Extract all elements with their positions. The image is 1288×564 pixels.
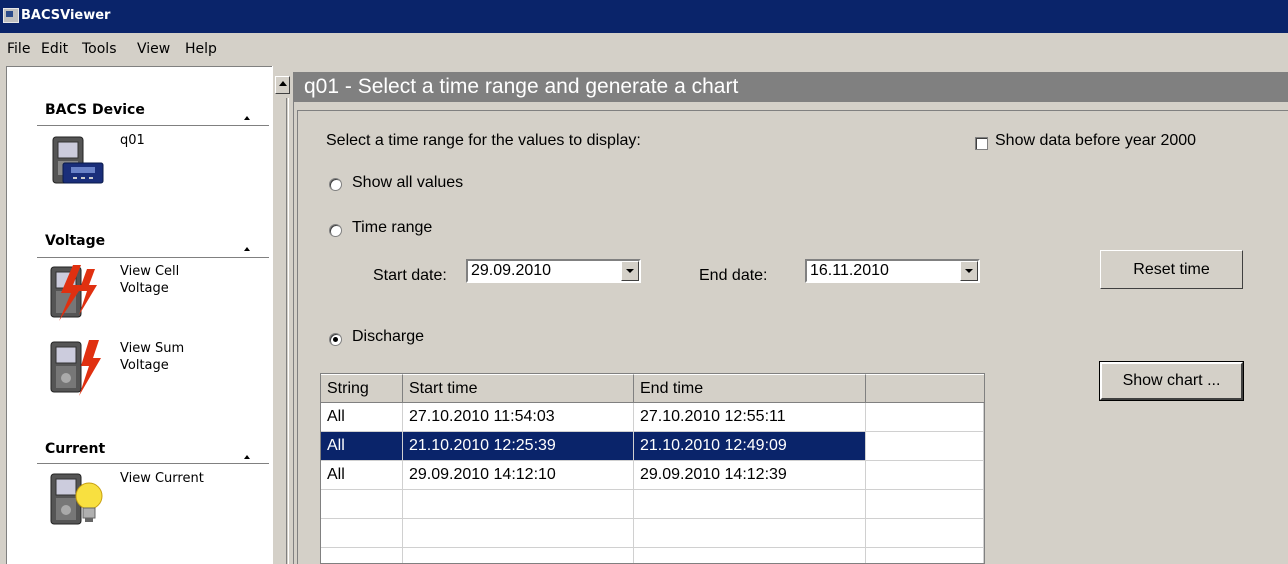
table-cell[interactable]: 29.09.2010 14:12:10 [403,461,634,490]
battery-monitor-icon[interactable] [45,133,109,193]
menu-help[interactable]: Help [185,41,217,57]
table-cell[interactable] [866,432,984,461]
page-title: q01 - Select a time range and generate a… [294,72,1288,102]
end-date-value[interactable]: 16.11.2010 [810,262,889,280]
sidebar-item-current[interactable]: View Current [120,470,204,487]
section-divider [37,257,269,258]
end-date-picker[interactable]: 16.11.2010 [805,259,980,283]
table-cell[interactable] [866,490,984,519]
table-cell[interactable]: 27.10.2010 11:54:03 [403,403,634,432]
time-range-prompt: Select a time range for the values to di… [326,132,641,149]
panel-splitter[interactable] [272,66,290,564]
sidebar-item-sum-voltage[interactable]: View Sum Voltage [120,340,184,374]
table-cell[interactable] [634,548,866,563]
collapse-sidebar-button[interactable] [275,76,290,94]
time-range-label[interactable]: Time range [352,219,432,237]
show-chart-button[interactable]: Show chart ... [1099,361,1244,401]
window-title: BACSViewer [21,8,111,23]
section-title-bacs-device[interactable]: BACS Device [45,102,145,118]
discharge-table[interactable]: String Start time End time All 27.10.2010… [320,373,985,564]
table-cell[interactable]: 29.09.2010 14:12:39 [634,461,866,490]
collapse-arrow-icon[interactable] [244,247,250,251]
sidebar-item-cell-voltage[interactable]: View Cell Voltage [120,263,179,297]
menu-bar: File Edit Tools View Help [0,33,1288,63]
show-before-2000-checkbox[interactable] [975,137,988,150]
sum-voltage-icon[interactable] [45,338,109,398]
table-row[interactable]: All 29.09.2010 14:12:10 29.09.2010 14:12:3… [321,461,984,490]
table-cell[interactable]: All [321,432,403,461]
discharge-radio[interactable] [329,333,342,346]
time-range-radio[interactable] [329,224,342,237]
chevron-down-icon[interactable] [960,261,978,281]
table-row[interactable]: All 21.10.2010 12:25:39 21.10.2010 12:49:0… [321,432,984,461]
table-cell[interactable] [634,519,866,548]
sidebar-item-q01[interactable]: q01 [120,132,145,149]
table-cell[interactable] [634,490,866,519]
start-date-picker[interactable]: 29.09.2010 [466,259,641,283]
table-cell[interactable] [321,548,403,563]
section-divider [37,463,269,464]
table-row[interactable] [321,490,984,519]
table-cell[interactable]: 21.10.2010 12:49:09 [634,432,866,461]
cell-voltage-icon[interactable] [45,263,109,323]
start-date-value[interactable]: 29.09.2010 [471,262,551,280]
column-header-empty [866,374,984,403]
table-cell[interactable] [403,490,634,519]
table-cell[interactable]: All [321,461,403,490]
column-header-start-time[interactable]: Start time [403,374,634,403]
show-before-2000-label[interactable]: Show data before year 2000 [995,132,1196,150]
table-cell[interactable] [403,548,634,563]
table-cell[interactable] [403,519,634,548]
table-cell[interactable] [866,461,984,490]
table-row[interactable] [321,519,984,548]
show-all-values-label[interactable]: Show all values [352,174,463,192]
discharge-label[interactable]: Discharge [352,328,424,346]
show-all-values-radio[interactable] [329,178,342,191]
column-header-end-time[interactable]: End time [634,374,866,403]
collapse-arrow-icon[interactable] [244,116,250,120]
current-bulb-icon[interactable] [45,470,109,530]
column-header-string[interactable]: String [321,374,403,403]
table-header: String Start time End time [321,374,984,403]
table-cell[interactable]: 21.10.2010 12:25:39 [403,432,634,461]
collapse-arrow-icon[interactable] [244,455,250,459]
section-divider [37,125,269,126]
menu-tools[interactable]: Tools [82,41,117,57]
chevron-down-icon[interactable] [621,261,639,281]
table-row[interactable]: All 27.10.2010 11:54:03 27.10.2010 12:55:1… [321,403,984,432]
table-cell[interactable] [866,519,984,548]
section-title-voltage[interactable]: Voltage [45,233,105,249]
table-cell[interactable] [866,403,984,432]
table-cell[interactable] [321,519,403,548]
table-cell[interactable]: All [321,403,403,432]
menu-file[interactable]: File [7,41,30,57]
sidebar: BACS Device q01 Voltage View Cell Voltag… [6,66,272,564]
app-icon [3,8,19,23]
table-cell[interactable] [866,548,984,563]
start-date-label: Start date: [373,267,447,284]
table-cell[interactable]: 27.10.2010 12:55:11 [634,403,866,432]
section-title-current[interactable]: Current [45,441,105,457]
table-cell[interactable] [321,490,403,519]
menu-view[interactable]: View [137,41,170,57]
table-row[interactable] [321,548,984,563]
menu-edit[interactable]: Edit [41,41,68,57]
splitter-bar[interactable] [286,98,289,564]
end-date-label: End date: [699,267,768,284]
reset-time-button[interactable]: Reset time [1100,250,1243,289]
title-bar: BACSViewer [0,0,1288,33]
